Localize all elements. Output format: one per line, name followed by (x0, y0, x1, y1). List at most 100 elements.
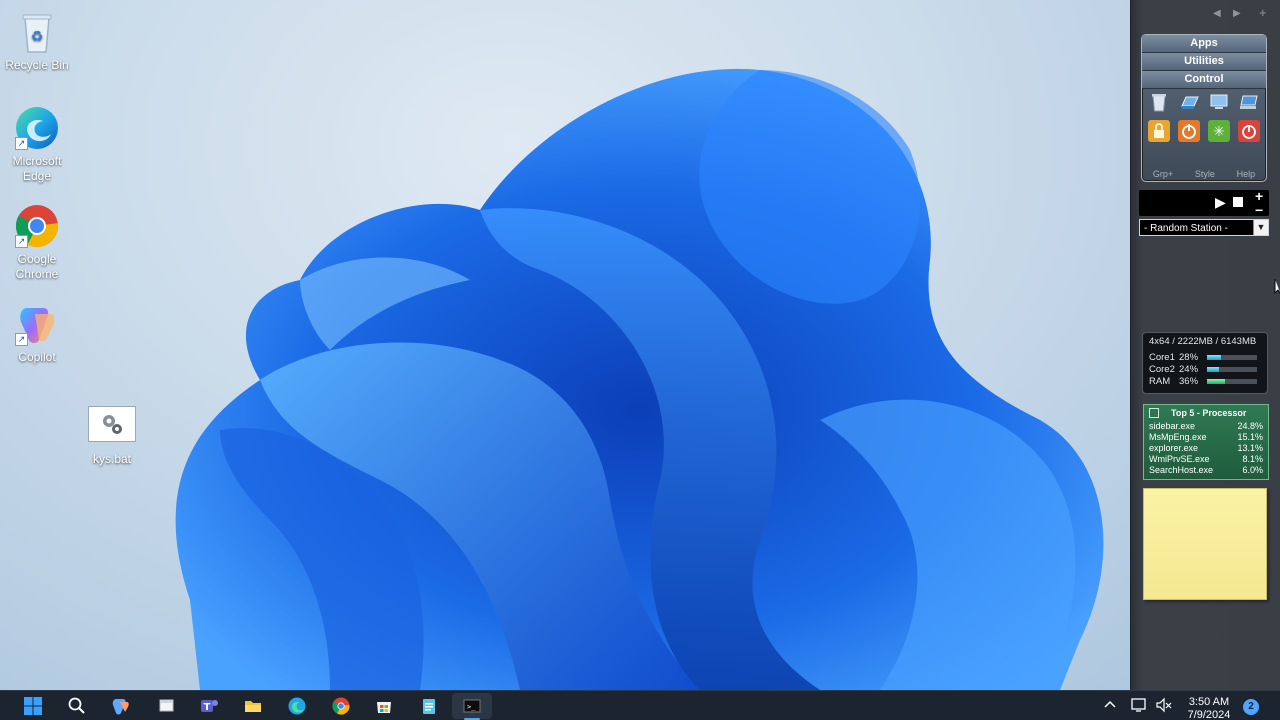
meter-bar-fill (1207, 379, 1225, 384)
meter-bar (1207, 367, 1257, 372)
process-row: explorer.exe 13.1% (1149, 443, 1263, 454)
sidebar-add-gadget-icon[interactable]: + (1259, 5, 1267, 20)
copilot-icon: ↗ (13, 300, 61, 348)
laptop-icon[interactable] (1238, 91, 1260, 113)
taskbar: T >_ 3:50 AM 7/9/2024 2 (0, 690, 1280, 720)
sticky-note-gadget[interactable] (1143, 488, 1267, 600)
top5-processor-gadget: Top 5 - Processor sidebar.exe 24.8% MsMp… (1143, 404, 1269, 480)
edge-icon[interactable] (287, 696, 307, 716)
launcher-help-link[interactable]: Help (1237, 169, 1256, 179)
chrome-icon: ↗ (13, 202, 61, 250)
shutdown-icon[interactable] (1238, 120, 1260, 142)
radio-display: ▶ + − (1139, 188, 1269, 218)
notification-badge[interactable]: 2 (1243, 699, 1259, 715)
station-dropdown[interactable]: - Random Station - ▼ (1139, 219, 1269, 236)
meter-bar-fill (1207, 355, 1221, 360)
window-icon[interactable] (1149, 408, 1159, 418)
store-icon[interactable] (374, 696, 394, 716)
meter-bar (1207, 379, 1257, 384)
show-hidden-icons-chevron-up-icon[interactable] (1102, 697, 1122, 717)
chevron-down-icon[interactable]: ▼ (1253, 220, 1268, 235)
sidebar-next-icon[interactable]: ▶ (1233, 8, 1241, 19)
logoff-icon[interactable] (1178, 120, 1200, 142)
start-icon[interactable] (23, 696, 43, 716)
process-pct: 8.1% (1242, 454, 1263, 464)
file-explorer-icon[interactable] (243, 696, 263, 716)
meter-row-ram: RAM 36% (1149, 376, 1261, 387)
process-name: MsMpEng.exe (1149, 432, 1207, 442)
meter-bar (1207, 355, 1257, 360)
desktop-icon-label: kys.bat (92, 452, 131, 466)
launcher-style-link[interactable]: Style (1195, 169, 1215, 179)
process-row: sidebar.exe 24.8% (1149, 421, 1263, 432)
radio-gadget: ▶ + − - Random Station - ▼ (1139, 188, 1269, 238)
notepad-icon[interactable] (419, 696, 439, 716)
desktop-icon-label: Microsoft Edge (12, 154, 62, 183)
top5-title: Top 5 - Processor (1171, 408, 1247, 418)
sidebar-prev-icon[interactable]: ◀ (1213, 8, 1221, 19)
wallpaper-bloom (175, 68, 1104, 690)
restart-icon[interactable]: ✳ (1208, 120, 1230, 142)
lock-icon[interactable] (1148, 120, 1170, 142)
meter-value: 24% (1179, 364, 1199, 375)
recycle-bin-icon[interactable] (1148, 91, 1170, 113)
process-pct: 6.0% (1242, 465, 1263, 475)
desktop: ♻ Recycle Bin ↗ Microsoft Edge ↗ Google … (0, 0, 1280, 720)
meter-row-core1: Core1 28% (1149, 352, 1261, 363)
svg-text:✳: ✳ (1213, 124, 1225, 140)
process-row: WmiPrvSE.exe 8.1% (1149, 454, 1263, 465)
terminal-icon[interactable]: >_ (462, 696, 482, 716)
meter-value: 36% (1179, 376, 1199, 387)
clock-date: 7/9/2024 (1187, 709, 1231, 720)
meter-bar-fill (1207, 367, 1219, 372)
launcher-icon-grid: ✳ (1148, 91, 1260, 149)
process-name: WmiPrvSE.exe (1149, 454, 1210, 464)
launcher-tab-control[interactable]: Control (1142, 71, 1266, 89)
desktop-icon-label: Recycle Bin (5, 58, 69, 72)
meter-label: Core2 (1149, 364, 1175, 375)
task-view-icon[interactable] (157, 696, 177, 716)
gadget-sidebar: ◀ ▶ + Apps Utilities Control ✳ Grp+ Styl… (1130, 0, 1280, 690)
process-pct: 24.8% (1237, 421, 1263, 431)
meter-label: RAM (1149, 376, 1171, 387)
chrome-icon[interactable] (331, 696, 351, 716)
volume-muted-icon[interactable] (1155, 696, 1175, 716)
launcher-tab-utilities[interactable]: Utilities (1142, 53, 1266, 71)
process-pct: 15.1% (1237, 432, 1263, 442)
desktop-icon-recycle-bin[interactable]: ♻ Recycle Bin (0, 8, 74, 73)
teams-icon[interactable]: T (199, 696, 219, 716)
mouse-cursor-icon (1274, 279, 1280, 295)
computer-icon[interactable] (1208, 91, 1230, 113)
desktop-icon-label: Google Chrome (15, 252, 59, 281)
process-name: SearchHost.exe (1149, 465, 1214, 475)
volume-down-icon[interactable]: − (1255, 202, 1263, 218)
search-icon[interactable] (67, 696, 87, 716)
process-pct: 13.1% (1237, 443, 1263, 453)
recycle-bin-icon: ♻ (13, 8, 61, 56)
shortcut-arrow-icon: ↗ (15, 137, 28, 150)
launcher-grp-plus-link[interactable]: Grp+ (1153, 169, 1173, 179)
shortcut-arrow-icon: ↗ (15, 235, 28, 248)
network-icon[interactable] (1130, 696, 1150, 716)
launcher-tab-apps[interactable]: Apps (1142, 35, 1266, 53)
cpu-meter-gadget: 4x64 / 2222MB / 6143MB Core1 28% Core2 2… (1142, 332, 1268, 394)
cpu-meter-header: 4x64 / 2222MB / 6143MB (1149, 336, 1257, 347)
meter-label: Core1 (1149, 352, 1175, 363)
batch-file-icon (88, 406, 136, 442)
desktop-icon-edge[interactable]: ↗ Microsoft Edge (0, 104, 74, 184)
taskbar-clock[interactable]: 3:50 AM 7/9/2024 (1184, 696, 1234, 720)
clock-time: 3:50 AM (1188, 696, 1230, 708)
launcher-gadget: Apps Utilities Control ✳ Grp+ Style Help (1141, 34, 1267, 182)
stop-icon[interactable] (1233, 197, 1243, 207)
desktop-icon-copilot[interactable]: ↗ Copilot (0, 300, 74, 365)
drive-icon[interactable] (1178, 91, 1200, 113)
process-name: sidebar.exe (1149, 421, 1196, 431)
process-row: SearchHost.exe 6.0% (1149, 465, 1263, 476)
svg-text:♻: ♻ (31, 29, 44, 45)
copilot-icon[interactable] (111, 696, 131, 716)
desktop-icon-chrome[interactable]: ↗ Google Chrome (0, 202, 74, 282)
edge-icon: ↗ (13, 104, 61, 152)
process-row: MsMpEng.exe 15.1% (1149, 432, 1263, 443)
play-icon[interactable]: ▶ (1215, 194, 1226, 211)
desktop-icon-kys-bat[interactable]: kys.bat (75, 406, 149, 467)
